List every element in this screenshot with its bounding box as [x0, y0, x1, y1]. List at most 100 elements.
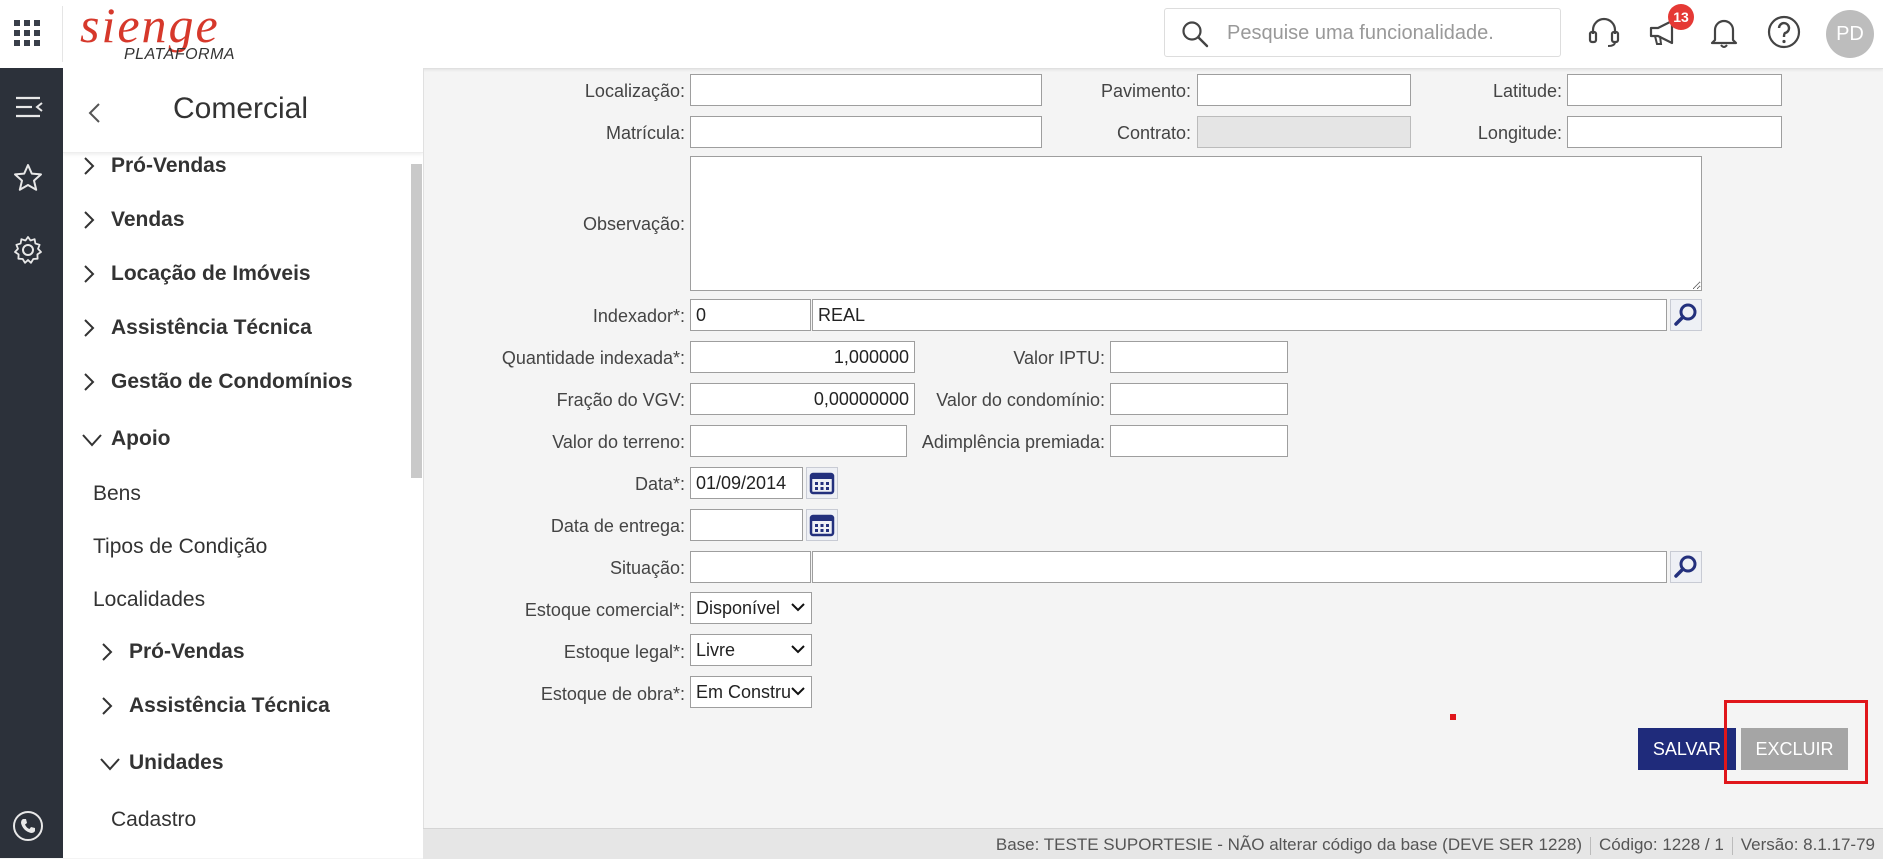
sidebar-item-label: Gestão de Condomínios: [111, 370, 353, 393]
sidebar-scrollbar[interactable]: [411, 164, 422, 478]
valor-iptu-label: Valor IPTU:: [1013, 348, 1105, 368]
sidebar-item-apoio[interactable]: Apoio: [81, 427, 170, 451]
sidebar-item-label: Unidades: [129, 751, 224, 774]
chevron-right-icon: [102, 643, 113, 661]
data-entrega-input[interactable]: [690, 509, 803, 541]
sidebar-item-label: Assistência Técnica: [111, 316, 312, 339]
situacao-name-input[interactable]: [812, 551, 1667, 583]
search-input[interactable]: [1225, 19, 1549, 47]
sidebar-item-localidades[interactable]: Localidades: [93, 588, 205, 612]
estoque-legal-label: Estoque legal*:: [563, 642, 685, 662]
fracao-vgv-input[interactable]: [690, 383, 915, 415]
sidebar-item-gestao-condominios[interactable]: Gestão de Condomínios: [83, 370, 353, 394]
chevron-left-back-icon[interactable]: [87, 102, 101, 124]
quantidade-indexada-input[interactable]: [690, 341, 915, 373]
menu-toggle-icon[interactable]: [14, 94, 44, 120]
sidebar-item-locacao-imoveis[interactable]: Locação de Imóveis: [83, 262, 311, 286]
contrato-input: [1197, 116, 1411, 148]
pavimento-label: Pavimento:: [1100, 81, 1191, 101]
notification-count-badge: 13: [1668, 4, 1694, 30]
highlight-box: [1724, 700, 1868, 784]
sidebar-item-tipos-condicao[interactable]: Tipos de Condição: [93, 535, 267, 559]
adimplencia-premiada-label: Adimplência premiada:: [921, 432, 1105, 452]
red-marker: [1450, 714, 1456, 720]
chevron-down-icon: [791, 603, 805, 612]
data-calendar-icon[interactable]: [806, 467, 838, 499]
logo-divider: [62, 6, 63, 62]
help-icon[interactable]: [1766, 14, 1802, 50]
longitude-input[interactable]: [1567, 116, 1782, 148]
localizacao-label: Localização:: [584, 81, 685, 101]
status-footer: Base: TESTE SUPORTESIE - NÃO alterar cód…: [423, 828, 1883, 859]
estoque-obra-select[interactable]: Em Constru: [690, 676, 812, 708]
estoque-obra-value: Em Constru: [696, 682, 792, 702]
sidebar-item-vendas[interactable]: Vendas: [83, 208, 185, 232]
avatar[interactable]: PD: [1826, 10, 1874, 58]
sidebar-subitem-assistencia-tecnica[interactable]: Assistência Técnica: [101, 694, 330, 718]
contrato-label: Contrato:: [1116, 123, 1191, 143]
chevron-right-icon: [84, 319, 95, 337]
estoque-legal-select[interactable]: Livre: [690, 634, 812, 666]
data-entrega-calendar-icon[interactable]: [806, 509, 838, 541]
estoque-comercial-select[interactable]: Disponível: [690, 592, 812, 624]
search-box[interactable]: [1164, 8, 1561, 57]
estoque-comercial-label: Estoque comercial*:: [524, 600, 685, 620]
footer-separator: [1731, 836, 1733, 855]
footer-versao: Versão: 8.1.17-79: [1740, 835, 1875, 854]
search-icon[interactable]: [1181, 20, 1209, 48]
chevron-down-icon: [791, 645, 805, 654]
indexador-name-input[interactable]: [812, 299, 1667, 331]
gear-settings-icon[interactable]: [12, 234, 44, 266]
indexador-search-icon[interactable]: [1670, 299, 1702, 331]
bell-icon[interactable]: [1706, 14, 1742, 50]
valor-condominio-label: Valor do condomínio:: [936, 390, 1105, 410]
estoque-legal-value: Livre: [696, 640, 736, 660]
chevron-right-icon: [84, 265, 95, 283]
sidebar-header: Comercial: [63, 68, 423, 153]
data-entrega-label: Data de entrega:: [550, 516, 685, 536]
sidebar-subitem-unidades[interactable]: Unidades: [99, 751, 224, 775]
save-button[interactable]: SALVAR: [1638, 728, 1736, 770]
longitude-label: Longitude:: [1477, 123, 1562, 143]
situacao-search-icon[interactable]: [1670, 551, 1702, 583]
situacao-code-input[interactable]: [690, 551, 811, 583]
sidebar-item-assistencia-tecnica[interactable]: Assistência Técnica: [83, 316, 312, 340]
headset-support-icon[interactable]: [1586, 14, 1622, 50]
phone-icon[interactable]: [12, 810, 44, 842]
indexador-label: Indexador*:: [592, 306, 685, 326]
sidebar-item-cadastro[interactable]: Cadastro: [111, 808, 196, 832]
sidebar-subitem-pro-vendas[interactable]: Pró-Vendas: [101, 640, 245, 664]
quantidade-indexada-label: Quantidade indexada*:: [501, 348, 685, 368]
sidebar-item-label: Pró-Vendas: [111, 154, 227, 177]
logo-subtitle: PLATAFORMA: [124, 46, 236, 63]
data-input[interactable]: [690, 467, 803, 499]
sidebar-item-bens[interactable]: Bens: [93, 482, 141, 506]
indexador-code-input[interactable]: [690, 299, 811, 331]
top-bar: sienge PLATAFORMA 13 PD: [0, 0, 1883, 69]
localizacao-input[interactable]: [690, 74, 1042, 106]
sidebar-item-pro-vendas[interactable]: Pró-Vendas: [83, 154, 227, 178]
footer-info: Base: TESTE SUPORTESIE - NÃO alterar cód…: [996, 835, 1875, 855]
observacao-label: Observação:: [582, 214, 685, 234]
valor-condominio-input[interactable]: [1110, 383, 1288, 415]
apps-grid-icon[interactable]: [14, 20, 40, 46]
pavimento-input[interactable]: [1197, 74, 1411, 106]
star-favorites-icon[interactable]: [12, 162, 44, 194]
estoque-obra-label: Estoque de obra*:: [540, 684, 685, 704]
chevron-right-icon: [84, 373, 95, 391]
matricula-label: Matrícula:: [605, 123, 685, 143]
matricula-input[interactable]: [690, 116, 1042, 148]
valor-terreno-input[interactable]: [690, 425, 907, 457]
sidebar-title: Comercial: [173, 92, 309, 125]
latitude-label: Latitude:: [1492, 81, 1562, 101]
valor-terreno-label: Valor do terreno:: [552, 432, 685, 452]
situacao-label: Situação:: [609, 558, 685, 578]
adimplencia-premiada-input[interactable]: [1110, 425, 1288, 457]
footer-separator: [1590, 836, 1592, 855]
estoque-comercial-value: Disponível: [696, 598, 781, 618]
observacao-textarea[interactable]: [690, 156, 1702, 291]
sidebar-item-label: Apoio: [111, 427, 171, 450]
valor-iptu-input[interactable]: [1110, 341, 1288, 373]
sidebar: Comercial Pró-Vendas Vendas Locação de I…: [63, 68, 424, 858]
latitude-input[interactable]: [1567, 74, 1782, 106]
